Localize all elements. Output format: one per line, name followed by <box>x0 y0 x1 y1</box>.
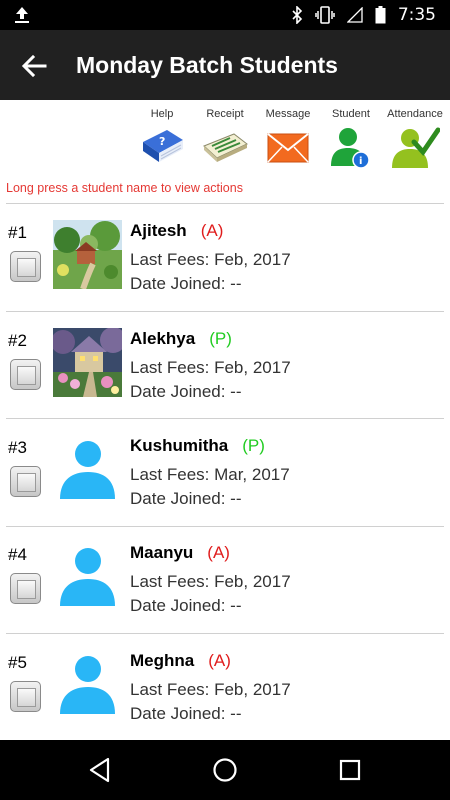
student-checkbox[interactable] <box>10 251 41 282</box>
divider <box>6 203 444 204</box>
student-name[interactable]: Alekhya <box>130 329 195 348</box>
last-fees: Last Fees: Feb, 2017 <box>130 358 291 377</box>
long-press-hint: Long press a student name to view action… <box>6 181 243 195</box>
student-row-alekhya[interactable]: #2 Alekhya (P) Last Fees: Feb, 2017 Date … <box>0 313 450 420</box>
student-row-ajitesh[interactable]: #1 Ajitesh (A) Last Fees: Feb, 2017 Date … <box>0 205 450 312</box>
system-navigation-bar <box>0 740 450 800</box>
student-photo <box>53 220 122 289</box>
divider <box>6 418 444 419</box>
status-bar: 7:35 <box>0 0 450 30</box>
svg-text:i: i <box>359 156 362 167</box>
student-row-meghna[interactable]: #5 Meghna (A) Last Fees: Feb, 2017 Date J… <box>0 635 450 742</box>
attendance-status: (A) <box>200 221 224 240</box>
date-joined: Date Joined: -- <box>130 596 242 615</box>
student-checkbox[interactable] <box>10 681 41 712</box>
student-checkbox[interactable] <box>10 466 41 497</box>
attendance-check-icon <box>392 127 440 168</box>
student-row-maanyu[interactable]: #4 Maanyu (A) Last Fees: Feb, 2017 Date J… <box>0 527 450 634</box>
message-button[interactable]: Message <box>257 100 319 175</box>
app-bar: Monday Batch Students <box>0 30 450 100</box>
attendance-label: Attendance <box>387 108 443 120</box>
recents-square-icon[interactable] <box>336 756 364 784</box>
student-button[interactable]: Student i <box>320 100 382 175</box>
help-book-icon: ? <box>143 130 183 162</box>
attendance-status: (A) <box>208 651 231 670</box>
last-fees: Last Fees: Feb, 2017 <box>130 572 291 591</box>
page-title: Monday Batch Students <box>76 52 338 78</box>
student-name-line[interactable]: Alekhya (P) <box>130 329 232 349</box>
attendance-status: (P) <box>209 329 232 348</box>
student-row-kushumitha[interactable]: #3 Kushumitha (P) Last Fees: Mar, 2017 Da… <box>0 420 450 527</box>
vibrate-icon <box>315 6 335 24</box>
arrow-back-icon[interactable] <box>20 52 48 80</box>
student-number: #1 <box>8 223 27 242</box>
attendance-status: (A) <box>207 543 230 562</box>
student-info-icon: i <box>331 128 370 169</box>
student-name-line[interactable]: Ajitesh (A) <box>130 221 223 241</box>
last-fees: Last Fees: Mar, 2017 <box>130 465 290 484</box>
envelope-icon <box>267 133 309 163</box>
receipt-icon <box>203 133 248 162</box>
attendance-button[interactable]: Attendance <box>384 100 446 175</box>
divider <box>6 311 444 312</box>
help-button[interactable]: Help ? <box>131 100 193 175</box>
action-toolbar: Help ? Receipt Message Student i Attenda… <box>0 100 450 175</box>
date-joined: Date Joined: -- <box>130 704 242 723</box>
student-name[interactable]: Kushumitha <box>130 436 228 455</box>
student-photo <box>53 542 122 611</box>
svg-text:?: ? <box>159 135 165 148</box>
receipt-button[interactable]: Receipt <box>194 100 256 175</box>
date-joined: Date Joined: -- <box>130 382 242 401</box>
battery-icon <box>375 6 386 24</box>
student-checkbox[interactable] <box>10 573 41 604</box>
student-name[interactable]: Maanyu <box>130 543 193 562</box>
student-number: #2 <box>8 331 27 350</box>
student-number: #3 <box>8 438 27 457</box>
student-number: #5 <box>8 653 27 672</box>
date-joined: Date Joined: -- <box>130 274 242 293</box>
student-name[interactable]: Meghna <box>130 651 194 670</box>
student-photo <box>53 435 122 504</box>
student-name-line[interactable]: Meghna (A) <box>130 651 231 671</box>
student-number: #4 <box>8 545 27 564</box>
back-triangle-icon[interactable] <box>86 756 114 784</box>
clock: 7:35 <box>397 5 436 25</box>
student-photo <box>53 328 122 397</box>
default-avatar-icon <box>60 656 115 714</box>
signal-icon <box>346 7 363 23</box>
upload-icon <box>15 7 29 23</box>
date-joined: Date Joined: -- <box>130 489 242 508</box>
home-circle-icon[interactable] <box>211 756 239 784</box>
landscape-painting-image <box>53 220 122 289</box>
last-fees: Last Fees: Feb, 2017 <box>130 680 291 699</box>
student-photo <box>53 650 122 719</box>
cottage-painting-image <box>53 328 122 397</box>
bluetooth-icon <box>292 6 302 24</box>
last-fees: Last Fees: Feb, 2017 <box>130 250 291 269</box>
student-label: Student <box>332 108 370 120</box>
receipt-label: Receipt <box>206 108 244 120</box>
attendance-status: (P) <box>242 436 265 455</box>
message-label: Message <box>265 108 311 120</box>
student-checkbox[interactable] <box>10 359 41 390</box>
default-avatar-icon <box>60 441 115 499</box>
default-avatar-icon <box>60 548 115 606</box>
student-name[interactable]: Ajitesh <box>130 221 187 240</box>
student-name-line[interactable]: Kushumitha (P) <box>130 436 265 456</box>
divider <box>6 633 444 634</box>
student-name-line[interactable]: Maanyu (A) <box>130 543 230 563</box>
help-label: Help <box>150 108 174 120</box>
